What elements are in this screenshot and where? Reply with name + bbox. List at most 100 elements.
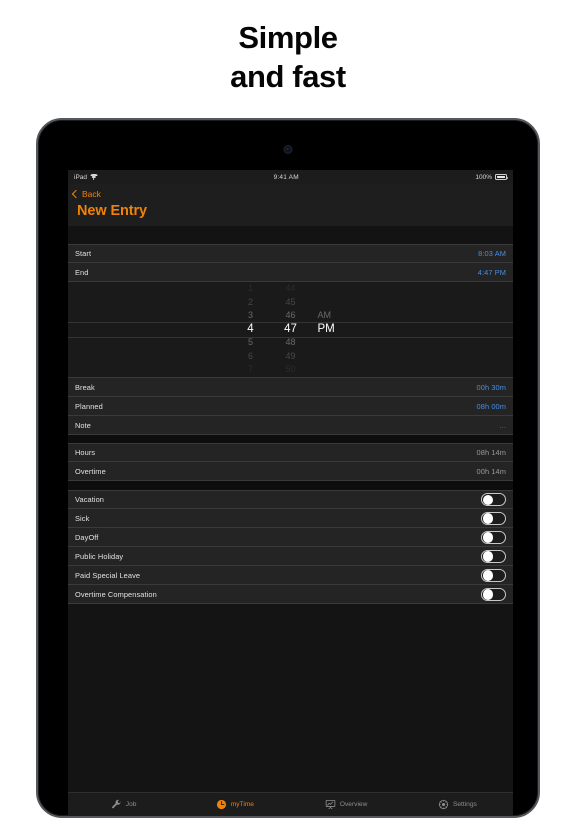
picker-item[interactable]: 45 [278, 296, 304, 310]
table-row-public-holiday[interactable]: Public Holiday [68, 547, 513, 566]
table-row-end[interactable]: End 4:47 PM [68, 263, 513, 282]
picker-item[interactable]: AM [318, 309, 344, 323]
picker-item[interactable]: 1 [238, 282, 264, 296]
picker-item-selected[interactable]: 4 [238, 323, 264, 337]
picker-item[interactable]: 7 [238, 363, 264, 377]
time-section: Start 8:03 AM End 4:47 PM 1 2 3 4 5 6 7 … [68, 244, 513, 435]
status-bar: iPad 9:41 AM 100% [68, 170, 513, 184]
wrench-icon [111, 799, 121, 808]
picker-item[interactable]: 50 [278, 363, 304, 377]
row-label: Paid Special Leave [75, 570, 141, 580]
toggle-overtime-compensation[interactable] [481, 587, 506, 601]
row-label: Sick [75, 513, 90, 523]
picker-item[interactable]: 6 [238, 350, 264, 364]
carrier-label: iPad [74, 173, 88, 181]
clock-icon [216, 799, 226, 809]
table-row-overtime: Overtime 00h 14m [68, 462, 513, 481]
picker-item[interactable]: 5 [238, 336, 264, 350]
row-label: Planned [75, 401, 103, 411]
picker-item[interactable] [318, 363, 344, 377]
picker-item[interactable] [318, 296, 344, 310]
picker-item[interactable]: 3 [238, 309, 264, 323]
table-row-break[interactable]: Break 00h 30m [68, 378, 513, 397]
table-row-overtime-compensation[interactable]: Overtime Compensation [68, 585, 513, 604]
table-row-dayoff[interactable]: DayOff [68, 528, 513, 547]
table-row-hours: Hours 08h 14m [68, 443, 513, 462]
form-content: Start 8:03 AM End 4:47 PM 1 2 3 4 5 6 7 … [68, 244, 513, 792]
picker-item[interactable]: 46 [278, 309, 304, 323]
picker-column-meridiem[interactable]: AM PM [318, 282, 344, 377]
summary-section: Hours 08h 14m Overtime 00h 14m [68, 443, 513, 481]
front-camera-icon [284, 146, 292, 153]
row-value: 4:47 PM [477, 267, 506, 277]
picker-column-hours[interactable]: 1 2 3 4 5 6 7 [238, 282, 264, 377]
picker-columns: 1 2 3 4 5 6 7 44 45 46 47 48 49 50 AM PM [238, 282, 344, 377]
tab-settings[interactable]: Settings [402, 799, 513, 810]
row-value: 00h 30m [476, 382, 506, 392]
tab-label: myTime [230, 800, 254, 808]
row-label: Note [75, 420, 92, 430]
picker-item[interactable]: 48 [278, 336, 304, 350]
back-button[interactable]: Back [68, 187, 513, 200]
picker-item[interactable] [318, 282, 344, 296]
note-placeholder: ... [499, 420, 506, 430]
row-label: Overtime [75, 466, 106, 476]
toggle-paid-special-leave[interactable] [481, 568, 506, 582]
row-label: End [75, 267, 89, 277]
picker-item[interactable]: 44 [278, 282, 304, 296]
wifi-icon [90, 174, 98, 180]
tab-bar: Job myTime Overview Settings [68, 792, 513, 815]
toggle-dayoff[interactable] [481, 530, 506, 544]
picker-item[interactable] [318, 336, 344, 350]
page-title-line-1: Simple [238, 20, 338, 55]
table-row-note[interactable]: Note ... [68, 416, 513, 435]
chevron-left-icon [71, 189, 81, 198]
row-label: Overtime Compensation [75, 589, 157, 599]
row-label: Public Holiday [75, 551, 124, 561]
toggle-vacation[interactable] [481, 493, 506, 506]
navigation-bar: Back New Entry [68, 184, 513, 226]
picker-item[interactable]: 2 [238, 296, 264, 310]
page-title-line-2: and fast [230, 59, 346, 95]
row-label: Start [75, 249, 92, 258]
table-row-paid-special-leave[interactable]: Paid Special Leave [68, 566, 513, 585]
gear-icon [438, 799, 449, 809]
status-bar-right: 100% [475, 173, 508, 181]
toggle-public-holiday[interactable] [481, 549, 506, 563]
row-value: 00h 14m [476, 466, 506, 476]
row-value: 08h 14m [476, 448, 506, 457]
toggle-section: Vacation Sick DayOff Public Holiday Paid… [68, 490, 513, 604]
tab-overview[interactable]: Overview [291, 799, 402, 810]
picker-item[interactable] [318, 350, 344, 364]
screen-title: New Entry [77, 203, 148, 219]
picker-column-minutes[interactable]: 44 45 46 47 48 49 50 [278, 282, 304, 377]
table-row-planned[interactable]: Planned 08h 00m [68, 397, 513, 416]
chart-board-icon [325, 799, 336, 809]
time-picker[interactable]: 1 2 3 4 5 6 7 44 45 46 47 48 49 50 AM PM [68, 282, 513, 378]
tab-mytime[interactable]: myTime [179, 799, 290, 810]
page-title: Simple and fast [0, 0, 576, 96]
tablet-device-frame: iPad 9:41 AM 100% Back New Entry Start 8… [36, 118, 540, 818]
back-button-label: Back [82, 188, 101, 199]
toggle-sick[interactable] [481, 511, 506, 525]
section-separator [68, 481, 513, 490]
picker-item-selected[interactable]: PM [318, 323, 344, 337]
nav-spacer [68, 226, 513, 244]
row-label: Hours [75, 448, 96, 457]
row-value: 8:03 AM [478, 249, 506, 258]
battery-full-icon [495, 174, 508, 180]
row-value: 08h 00m [476, 401, 506, 411]
picker-item-selected[interactable]: 47 [278, 323, 304, 337]
tab-job[interactable]: Job [68, 799, 179, 810]
table-row-vacation[interactable]: Vacation [68, 490, 513, 509]
row-label: Break [75, 382, 95, 392]
table-row-start[interactable]: Start 8:03 AM [68, 244, 513, 263]
row-label: DayOff [75, 532, 99, 542]
table-row-sick[interactable]: Sick [68, 509, 513, 528]
status-bar-left: iPad [74, 173, 98, 181]
tab-label: Overview [339, 800, 368, 808]
tab-label: Settings [452, 800, 477, 808]
picker-item[interactable]: 49 [278, 350, 304, 364]
battery-percent-label: 100% [475, 173, 492, 181]
device-screen: iPad 9:41 AM 100% Back New Entry Start 8… [68, 170, 513, 815]
